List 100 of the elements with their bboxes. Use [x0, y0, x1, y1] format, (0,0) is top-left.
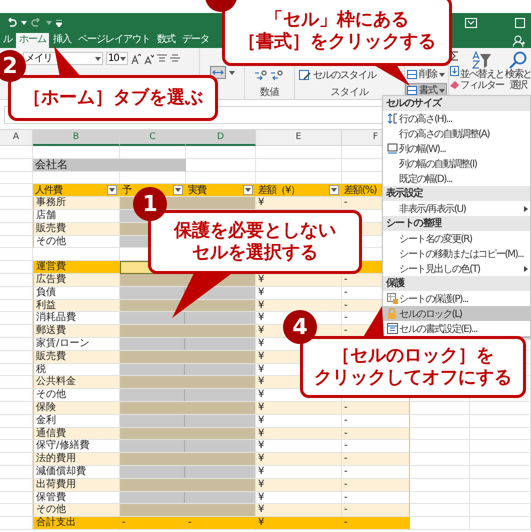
table-cell: 減価償却費	[33, 466, 120, 479]
menu-item[interactable]: 行の高さ(H)...	[383, 111, 530, 126]
menu-section-header: 表示設定	[383, 186, 530, 201]
align-middle-icon[interactable]	[170, 54, 180, 63]
sort-filter-icon	[472, 51, 492, 69]
table-cell: ¥	[256, 274, 342, 287]
menu-item[interactable]: 非表示/再表示(U)	[383, 201, 530, 216]
ribbon-display-icon[interactable]	[465, 18, 477, 28]
header-label: 人件費	[35, 184, 62, 196]
header-label: 予	[122, 184, 131, 196]
menu-item[interactable]: 既定の幅(D)...	[383, 171, 530, 186]
table-cell: -	[342, 504, 410, 518]
row-height-icon	[386, 113, 398, 124]
table-cell: 法的費用	[33, 453, 120, 466]
caret-icon	[109, 188, 115, 192]
table-cell: -	[186, 517, 256, 530]
table-cell: 負債	[33, 286, 120, 300]
ribbon-tab[interactable]: ホーム	[16, 33, 49, 48]
caret-icon	[120, 56, 126, 60]
cell-styles-button[interactable]: セルのスタイル	[297, 68, 378, 83]
table-cell: -	[120, 517, 186, 530]
table-cell: ¥	[256, 414, 342, 428]
group-label: 数値	[260, 87, 279, 98]
callout-text: ［ホーム］タブを選ぶ	[23, 87, 203, 109]
table-cell: ¥	[256, 300, 342, 312]
table-cell: -	[342, 517, 410, 530]
header-label: 差額（¥）	[258, 184, 300, 196]
table-cell: ¥	[256, 197, 342, 210]
sum-icon[interactable]	[450, 51, 458, 61]
cell-styles-icon	[299, 70, 311, 81]
table-cell: 運営費	[33, 261, 120, 274]
table-cell: 郵送費	[33, 325, 120, 338]
table-cell: 販売費	[33, 350, 120, 364]
menu-item[interactable]: セルの書式設定(E)...	[383, 321, 530, 336]
menu-item[interactable]: シートの保護(P)...	[383, 291, 530, 306]
user-icon[interactable]	[513, 35, 525, 47]
lock-icon	[387, 308, 397, 319]
table-cell: 通信費	[33, 428, 120, 440]
table-cell: ¥	[256, 402, 342, 415]
table-cell: 会社名	[33, 158, 186, 172]
table-cell: 合計支出	[33, 517, 120, 530]
column-width-icon	[386, 143, 398, 154]
eraser-icon[interactable]	[450, 81, 458, 89]
menu-item[interactable]: シートの移動またはコピー(M)...	[383, 246, 530, 261]
table-cell: ¥	[256, 453, 342, 466]
caret-icon	[331, 188, 337, 192]
table-cell: 販売費	[33, 222, 120, 236]
sort-filter-button[interactable]: 並べ替えと フィルター	[460, 51, 504, 91]
menu-item[interactable]: 行の高さの自動調整(A)	[383, 126, 530, 141]
menu-item[interactable]: シート見出しの色(T)	[383, 261, 530, 276]
table-cell: ¥	[256, 478, 342, 492]
menu-section-header: セルのサイズ	[383, 96, 530, 111]
menu-item[interactable]: シート名の変更(R)	[383, 231, 530, 246]
redo-icon[interactable]	[31, 18, 42, 28]
header-label: 実費	[188, 184, 206, 196]
ribbon-tab[interactable]: ル	[0, 33, 15, 48]
table-cell: 家賃/ローン	[33, 338, 120, 351]
table-cell: ¥	[256, 428, 342, 440]
table-cell: 保管費	[33, 492, 120, 504]
menu-item[interactable]: 列の幅(W)...	[383, 141, 530, 156]
ribbon-tab[interactable]: 挿入	[50, 33, 74, 48]
customize-toolbar-icon[interactable]	[56, 20, 62, 26]
table-cell: -	[342, 402, 410, 415]
ribbon-tab[interactable]: 数式	[154, 33, 178, 48]
find-select-button[interactable]: 検索と 選択	[505, 51, 531, 91]
merge-cells-icon[interactable]	[210, 66, 226, 79]
filter-dropdown-button[interactable]	[329, 185, 339, 196]
table-cell: -	[342, 428, 410, 440]
caret-icon	[439, 72, 445, 76]
undo-icon[interactable]	[6, 18, 17, 28]
cells-button[interactable]: 削除	[405, 67, 447, 82]
font-size-field[interactable]: 10	[106, 52, 128, 65]
ribbon-tab[interactable]: ページレイアウト	[75, 33, 153, 48]
filter-dropdown-button[interactable]	[107, 185, 117, 196]
group-label: スタイル	[330, 87, 368, 98]
table-cell: 保険	[33, 402, 120, 415]
table-cell: 店舗	[33, 210, 120, 223]
increase-font-size-icon[interactable]	[131, 54, 141, 64]
align-top-icon[interactable]	[157, 54, 167, 63]
menu-item[interactable]: セルのロック(L)	[383, 306, 530, 321]
maximize-icon[interactable]	[515, 18, 525, 28]
column-header[interactable]: C	[120, 130, 186, 146]
column-header[interactable]: D	[186, 130, 256, 146]
table-cell: -	[342, 492, 410, 504]
ribbon-tab[interactable]: データ	[179, 33, 212, 48]
fill-down-icon[interactable]	[450, 66, 458, 76]
decrease-font-size-icon[interactable]	[144, 54, 154, 64]
table-cell: 金利	[33, 414, 120, 428]
column-header[interactable]: E	[256, 130, 342, 146]
increase-decimal-icon[interactable]	[255, 70, 268, 80]
table-cell: その他	[33, 504, 120, 518]
table-cell: 利益	[33, 300, 120, 312]
menu-item[interactable]: 列の幅の自動調整(I)	[383, 156, 530, 171]
callout-text: 保護を必要としない	[174, 220, 336, 242]
filter-dropdown-button[interactable]	[243, 185, 253, 196]
decrease-decimal-icon[interactable]	[271, 70, 284, 80]
header-label: 差額(%)	[344, 184, 376, 196]
column-header[interactable]: B	[33, 130, 120, 146]
filter-dropdown-button[interactable]	[173, 185, 183, 196]
column-header[interactable]: A	[0, 130, 33, 146]
